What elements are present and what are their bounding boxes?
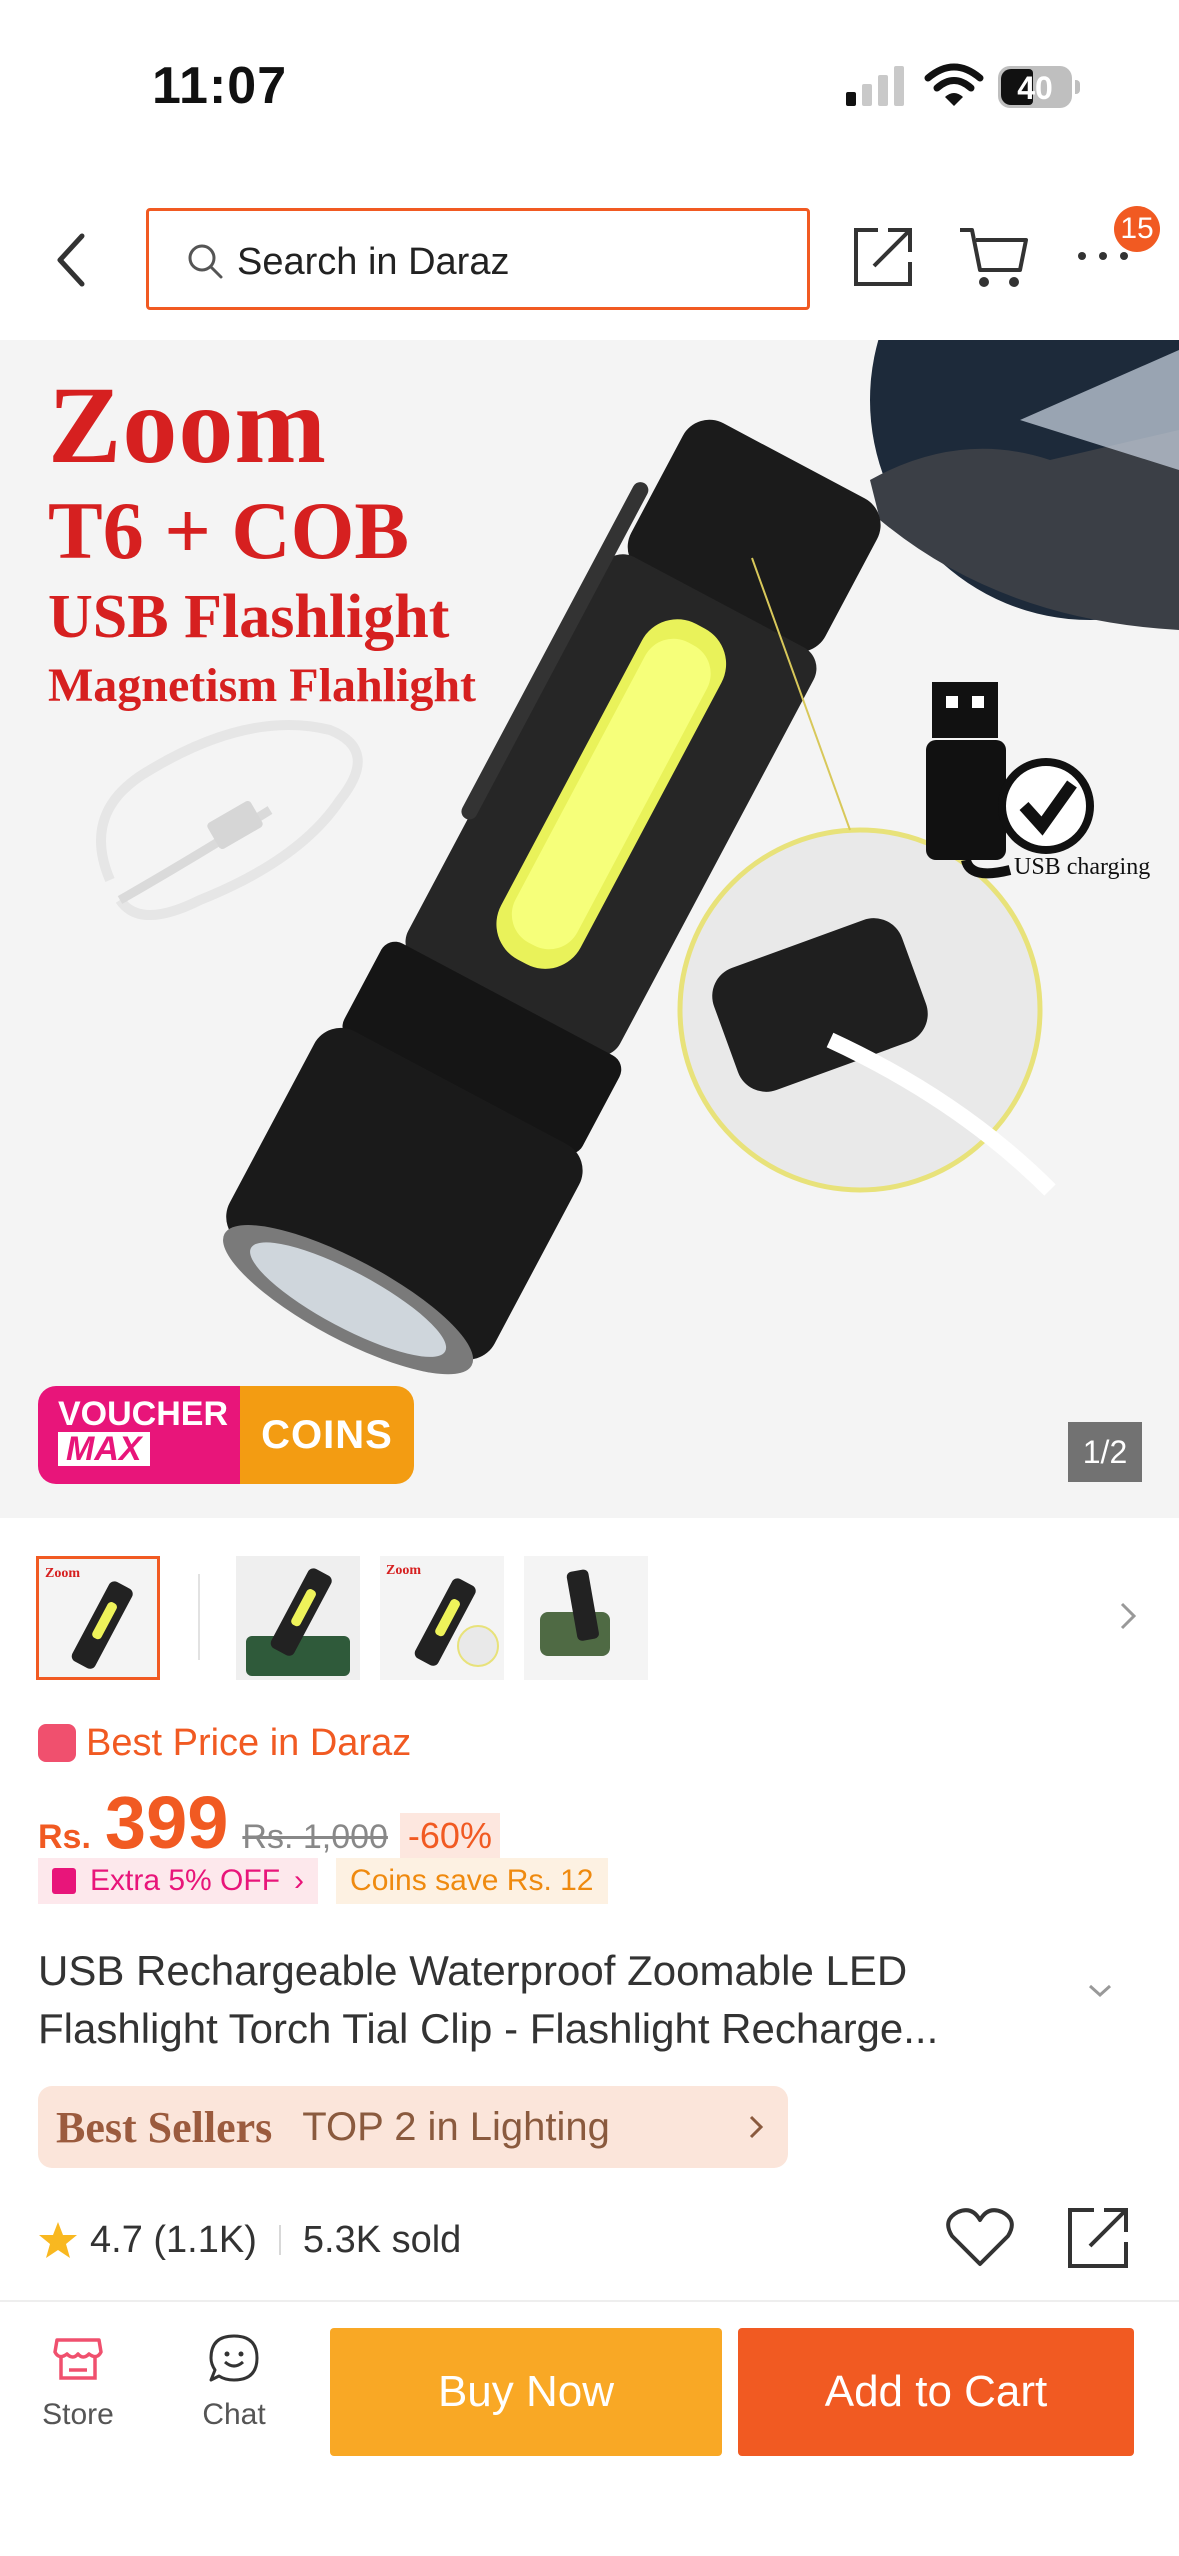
chevron-right-icon: › bbox=[294, 1864, 305, 1897]
promo-chips: Extra 5% OFF › Coins save Rs. 12 bbox=[38, 1858, 608, 1904]
signal-icon bbox=[846, 66, 904, 106]
cart-icon[interactable] bbox=[958, 226, 1030, 290]
thumbnail-strip: Zoom Zoom bbox=[0, 1552, 1179, 1682]
svg-text:Zoom: Zoom bbox=[386, 1563, 421, 1578]
original-price: Rs. 1,000 bbox=[242, 1818, 388, 1856]
chat-tab[interactable]: Chat bbox=[164, 2332, 304, 2432]
current-price: 399 bbox=[104, 1781, 229, 1864]
voucher-text: VOUCHER bbox=[58, 1395, 229, 1433]
product-title-line-1: USB Rechargeable Waterproof Zoomable LED bbox=[38, 1947, 908, 1994]
extra-off-label: Extra 5% OFF bbox=[90, 1864, 281, 1897]
heart-icon[interactable] bbox=[944, 2206, 1016, 2270]
chevron-right-icon bbox=[749, 2115, 764, 2139]
buy-now-button[interactable]: Buy Now bbox=[330, 2328, 722, 2456]
status-time: 11:07 bbox=[152, 57, 288, 115]
star-icon bbox=[39, 2222, 77, 2258]
cart-count-badge: 15 bbox=[1114, 206, 1160, 252]
best-sellers-label: Best Sellers bbox=[56, 2102, 273, 2152]
product-title-line-2: Flashlight Torch Tial Clip - Flashlight … bbox=[38, 2005, 939, 2052]
voucher-icon bbox=[52, 1868, 76, 1894]
chevron-down-icon[interactable] bbox=[1084, 1978, 1116, 2002]
usb-charging-label: USB charging bbox=[1014, 854, 1151, 880]
voucher-max-text: MAX bbox=[58, 1432, 150, 1466]
coins-label: COINS bbox=[240, 1386, 414, 1484]
ranking-label: TOP 2 in Lighting bbox=[302, 2104, 610, 2149]
rating-value: 4.7 (1.1K) bbox=[90, 2218, 257, 2261]
promo-line-1: Zoom bbox=[48, 364, 327, 486]
store-label: Store bbox=[42, 2398, 114, 2431]
voucher-coins-badge: VOUCHER MAX COINS bbox=[38, 1386, 414, 1484]
more-icon[interactable] bbox=[1076, 246, 1130, 266]
store-tab[interactable]: Store bbox=[8, 2332, 148, 2432]
share-icon[interactable] bbox=[850, 224, 916, 290]
battery-icon: 40 bbox=[998, 66, 1080, 108]
discount-badge: -60% bbox=[399, 1813, 500, 1859]
chat-icon bbox=[209, 2334, 259, 2382]
best-sellers-banner[interactable]: Best Sellers TOP 2 in Lighting bbox=[38, 2086, 788, 2168]
search-icon bbox=[188, 244, 223, 279]
thumbnail-1[interactable]: Zoom bbox=[36, 1556, 160, 1680]
top-nav: Search in Daraz 15 bbox=[0, 200, 1179, 340]
image-counter: 1/2 bbox=[1068, 1422, 1142, 1482]
sold-count: 5.3K sold bbox=[302, 2218, 462, 2261]
search-placeholder: Search in Daraz bbox=[237, 241, 510, 283]
promo-line-2: T6 + COB bbox=[48, 485, 410, 576]
battery-level: 40 bbox=[1017, 70, 1053, 106]
trend-down-icon bbox=[38, 1724, 76, 1762]
promo-line-3: USB Flashlight bbox=[48, 583, 450, 651]
coins-save-chip: Coins save Rs. 12 bbox=[336, 1858, 608, 1904]
extra-off-chip[interactable]: Extra 5% OFF › bbox=[38, 1858, 319, 1904]
back-arrow-icon[interactable] bbox=[44, 228, 104, 292]
store-icon bbox=[53, 2338, 103, 2380]
best-price-tag: Best Price in Daraz bbox=[38, 1718, 411, 1768]
promo-title: Zoom T6 + COB USB Flashlight Magnetism F… bbox=[48, 370, 476, 710]
rating-row[interactable]: 4.7 (1.1K) 5.3K sold bbox=[38, 2210, 461, 2270]
wifi-icon bbox=[924, 63, 984, 106]
bottom-action-bar: Store Chat Buy Now Add to Cart bbox=[0, 2300, 1179, 2556]
divider bbox=[278, 2225, 281, 2255]
svg-text:Zoom: Zoom bbox=[45, 1566, 80, 1581]
currency: Rs. bbox=[38, 1818, 91, 1856]
search-input[interactable]: Search in Daraz bbox=[146, 208, 810, 310]
chevron-right-icon[interactable] bbox=[1116, 1598, 1140, 1634]
price-row: Rs. 399 Rs. 1,000 -60% bbox=[38, 1780, 500, 1864]
thumbnail-3[interactable]: Zoom bbox=[380, 1556, 504, 1680]
chat-label: Chat bbox=[202, 2398, 266, 2431]
promo-line-4: Magnetism Flahlight bbox=[48, 659, 476, 712]
best-price-label: Best Price in Daraz bbox=[86, 1721, 412, 1764]
thumbnail-divider bbox=[198, 1574, 200, 1660]
voucher-max-label: VOUCHER MAX bbox=[38, 1386, 240, 1484]
thumbnail-4[interactable] bbox=[524, 1556, 648, 1680]
status-bar: 11:07 40 bbox=[0, 0, 1179, 170]
product-image-carousel[interactable]: Zoom T6 + COB USB Flashlight Magnetism F… bbox=[0, 340, 1179, 1518]
add-to-cart-button[interactable]: Add to Cart bbox=[738, 2328, 1134, 2456]
product-title[interactable]: USB Rechargeable Waterproof Zoomable LED… bbox=[38, 1942, 1068, 2058]
share-icon[interactable] bbox=[1064, 2204, 1132, 2272]
thumbnail-2[interactable] bbox=[236, 1556, 360, 1680]
